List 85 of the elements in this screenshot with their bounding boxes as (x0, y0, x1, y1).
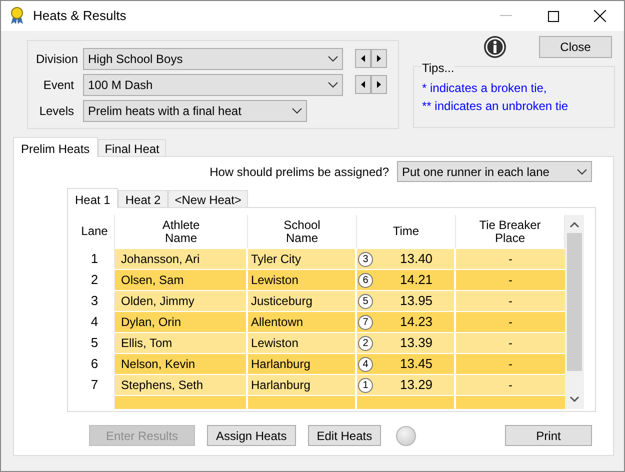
next-button[interactable] (371, 75, 387, 94)
scroll-up-icon[interactable] (570, 222, 579, 228)
dropdown[interactable]: High School Boys (83, 48, 343, 70)
status-light (396, 426, 416, 446)
table-cell: - (456, 333, 565, 353)
table-cell: - (456, 291, 565, 311)
table-cell: - (456, 375, 565, 395)
table-cell: Ellis, Tom (115, 333, 248, 353)
lane-cell: 3 (75, 291, 115, 311)
maximize-icon[interactable] (548, 10, 559, 22)
field-label: Levels (38, 102, 74, 120)
lane-cell: 5 (75, 333, 115, 353)
lane-cell: 7 (75, 375, 115, 395)
time-text: 13.45 (400, 355, 433, 374)
chevron-icon (328, 82, 338, 88)
window-title: Heats & Results (33, 7, 126, 26)
right-triangle-icon (376, 80, 382, 89)
lane-cell: 1 (75, 249, 115, 269)
time-text: 14.21 (400, 271, 433, 290)
time-text: 13.29 (400, 376, 433, 394)
place-badge: 6 (358, 272, 373, 288)
column-header: School Name (248, 215, 357, 248)
close-icon[interactable] (594, 10, 606, 22)
place-badge: 1 (358, 378, 373, 392)
previous-button[interactable] (355, 49, 371, 68)
table-cell: Dylan, Orin (115, 312, 248, 332)
action-button[interactable]: Edit Heats (308, 425, 382, 446)
tip-text: * indicates a broken tie, (422, 80, 548, 97)
ribbon-icon (10, 7, 24, 25)
scroll-thumb[interactable] (567, 233, 582, 371)
left-triangle-icon (360, 54, 366, 63)
place-badge: 7 (358, 314, 373, 330)
action-button[interactable]: Assign Heats (207, 425, 296, 446)
lane-cell: 4 (75, 312, 115, 332)
tab[interactable]: Final Heat (98, 139, 166, 156)
table-cell: Harlanburg (248, 375, 357, 395)
field-label: Event (42, 76, 74, 94)
column-header: Time (357, 215, 456, 248)
column-header: Athlete Name (115, 215, 248, 248)
table-cell: - (456, 249, 565, 269)
close-button[interactable]: Close (539, 36, 612, 58)
scroll-down-icon[interactable] (570, 396, 579, 402)
table-cell: Stephens, Seth (115, 375, 248, 395)
dropdown[interactable]: Prelim heats with a final heat (83, 100, 307, 122)
assignment-dropdown[interactable]: Put one runner in each lane (397, 161, 592, 182)
table-cell: Nelson, Kevin (115, 354, 248, 374)
table-cell: - (456, 354, 565, 374)
tab[interactable]: Heat 2 (118, 190, 168, 207)
time-text: 13.39 (400, 334, 433, 352)
place-badge: 3 (358, 252, 373, 266)
right-triangle-icon (376, 54, 382, 63)
dropdown[interactable]: 100 M Dash (83, 74, 343, 96)
time-text: 14.23 (400, 313, 433, 332)
place-badge: 4 (358, 356, 373, 372)
tab[interactable]: Heat 1 (67, 188, 118, 208)
place-badge: 2 (358, 336, 373, 350)
print-button[interactable]: Print (505, 425, 592, 446)
place-badge: 5 (358, 294, 373, 308)
time-text: 13.95 (400, 292, 433, 310)
table-cell: - (456, 270, 565, 290)
table-cell: Lewiston (248, 270, 357, 290)
table-cell: Johansson, Ari (115, 249, 248, 269)
next-button[interactable] (371, 49, 387, 68)
time-text: 13.40 (400, 250, 433, 268)
table-cell: Lewiston (248, 333, 357, 353)
table-cell: Olden, Jimmy (115, 291, 248, 311)
assignment-label: How should prelims be assigned? (210, 164, 389, 180)
chevron-icon (292, 108, 302, 114)
table-cell: Allentown (248, 312, 357, 332)
chevron-icon (328, 56, 338, 62)
lane-cell: 6 (75, 354, 115, 374)
info-icon[interactable] (483, 35, 507, 59)
table-cell: - (456, 312, 565, 332)
table-cell: Justiceburg (248, 291, 357, 311)
column-header: Lane (75, 215, 115, 248)
chevron-icon (577, 168, 587, 174)
tab[interactable]: Prelim Heats (13, 137, 98, 157)
table-cell: Olsen, Sam (115, 270, 248, 290)
previous-button[interactable] (355, 75, 371, 94)
left-triangle-icon (360, 80, 366, 89)
table-cell: Tyler City (248, 249, 357, 269)
tab[interactable]: <New Heat> (168, 190, 248, 207)
lane-cell: 2 (75, 270, 115, 290)
table-cell: Harlanburg (248, 354, 357, 374)
tip-text: ** indicates an unbroken tie (422, 98, 570, 115)
